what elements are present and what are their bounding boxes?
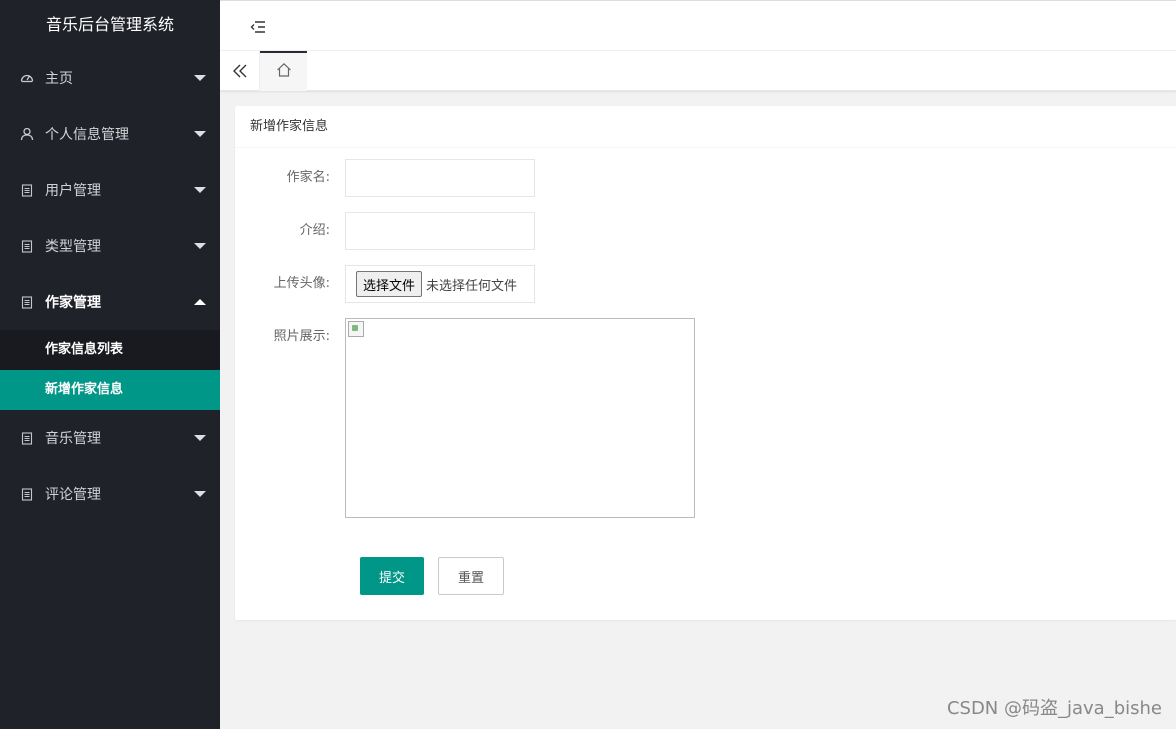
sidebar: 音乐后台管理系统 主页 个人信息管理 用户管理 类型管理 作家管理 作家信息列表… (0, 0, 220, 729)
dashboard-icon (19, 70, 35, 86)
caret-down-icon (194, 435, 206, 441)
home-icon (276, 62, 292, 82)
sidebar-item-label: 个人信息管理 (45, 127, 129, 143)
sidebar-item-comments[interactable]: 评论管理 (0, 466, 220, 522)
watermark: CSDN @码盗_java_bishe (946, 698, 1162, 719)
author-name-row: 作家名: (235, 159, 535, 197)
document-icon (19, 182, 35, 198)
photo-preview-label: 照片展示: (273, 329, 330, 344)
sidebar-item-label: 用户管理 (45, 183, 101, 199)
user-icon (19, 126, 35, 142)
caret-down-icon (194, 131, 206, 137)
sidebar-item-profile[interactable]: 个人信息管理 (0, 106, 220, 162)
submit-button[interactable]: 提交 (360, 557, 424, 595)
photo-preview-row: 照片展示: (235, 318, 695, 518)
sidebar-item-label: 作家管理 (45, 295, 101, 311)
caret-up-icon (194, 299, 206, 305)
intro-input[interactable] (345, 212, 535, 250)
sidebar-item-users[interactable]: 用户管理 (0, 162, 220, 218)
avatar-file-input[interactable]: 选择文件 未选择任何文件 (345, 265, 535, 303)
sidebar-item-label: 类型管理 (45, 239, 101, 255)
reset-button[interactable]: 重置 (438, 557, 504, 595)
intro-row: 介绍: (235, 212, 535, 250)
author-name-input[interactable] (345, 159, 535, 197)
document-icon (19, 238, 35, 254)
sidebar-item-music[interactable]: 音乐管理 (0, 410, 220, 466)
sidebar-item-home[interactable]: 主页 (0, 50, 220, 106)
avatar-upload-row: 上传头像: 选择文件 未选择任何文件 (235, 265, 535, 303)
broken-image-icon (348, 321, 364, 337)
document-icon (19, 294, 35, 310)
sidebar-item-label: 主页 (45, 71, 73, 87)
submenu-item-add-author[interactable]: 新增作家信息 (0, 370, 220, 410)
tab-home[interactable] (260, 51, 307, 91)
caret-down-icon (194, 243, 206, 249)
document-icon (19, 430, 35, 446)
app-title: 音乐后台管理系统 (45, 15, 174, 34)
top-header (220, 0, 1176, 51)
choose-file-button[interactable]: 选择文件 (356, 271, 423, 297)
caret-down-icon (194, 75, 206, 81)
caret-down-icon (194, 187, 206, 193)
caret-down-icon (194, 491, 206, 497)
avatar-upload-label: 上传头像: (273, 276, 330, 291)
photo-preview (345, 318, 695, 518)
card-title: 新增作家信息 (235, 106, 1176, 148)
document-icon (19, 486, 35, 502)
submenu-item-author-list[interactable]: 作家信息列表 (0, 330, 220, 370)
double-chevron-left-icon[interactable] (220, 51, 260, 91)
authors-submenu: 作家信息列表 新增作家信息 (0, 330, 220, 410)
tabs-bar (220, 51, 1176, 91)
intro-label: 介绍: (299, 223, 330, 238)
sidebar-item-label: 音乐管理 (45, 431, 101, 447)
file-status-text: 未选择任何文件 (426, 278, 518, 294)
author-name-label: 作家名: (286, 170, 330, 185)
sidebar-item-label: 评论管理 (45, 487, 101, 503)
sidebar-item-types[interactable]: 类型管理 (0, 218, 220, 274)
add-author-card: 新增作家信息 作家名: 介绍: 上传头像: 选择文件 未选择任何文件 照片展示:… (235, 106, 1176, 620)
menu-fold-icon[interactable] (246, 17, 270, 37)
sidebar-item-authors[interactable]: 作家管理 (0, 274, 220, 330)
